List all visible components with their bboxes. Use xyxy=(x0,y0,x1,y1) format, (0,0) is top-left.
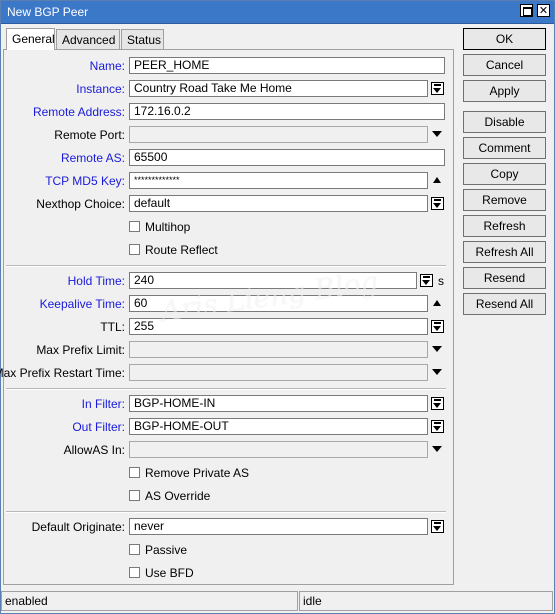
hold-time-dropdown-icon[interactable] xyxy=(420,274,433,287)
max-prefix-restart-time-input[interactable] xyxy=(129,364,428,381)
apply-button[interactable]: Apply xyxy=(463,80,546,102)
route-reflect-checkbox[interactable] xyxy=(129,244,140,255)
ttl-dropdown-icon[interactable] xyxy=(431,320,444,333)
resend-all-button[interactable]: Resend All xyxy=(463,293,546,315)
max-prefix-limit-arrow-down-icon[interactable] xyxy=(432,346,442,352)
nexthop-choice-label: Nexthop Choice: xyxy=(36,197,125,211)
as-override-label: AS Override xyxy=(145,489,211,503)
divider xyxy=(6,511,446,513)
allowas-in-arrow-down-icon[interactable] xyxy=(432,446,442,452)
nexthop-choice-dropdown-icon[interactable] xyxy=(431,197,444,210)
max-prefix-limit-label: Max Prefix Limit: xyxy=(36,343,125,357)
refresh-button[interactable]: Refresh xyxy=(463,215,546,237)
maximize-icon[interactable] xyxy=(520,4,533,17)
copy-button[interactable]: Copy xyxy=(463,163,546,185)
ok-button[interactable]: OK xyxy=(463,28,546,50)
remote-port-label: Remote Port: xyxy=(54,128,125,142)
allowas-in-label: AllowAS In: xyxy=(63,443,125,457)
resend-button[interactable]: Resend xyxy=(463,267,546,289)
name-input[interactable]: PEER_HOME xyxy=(129,57,445,74)
ttl-select[interactable]: 255 xyxy=(129,318,428,335)
max-prefix-restart-time-label: Max Prefix Restart Time: xyxy=(0,366,125,380)
as-override-checkbox[interactable] xyxy=(129,490,140,501)
remote-port-input[interactable] xyxy=(129,126,428,143)
disable-button[interactable]: Disable xyxy=(463,111,546,133)
instance-dropdown-icon[interactable] xyxy=(431,82,444,95)
default-originate-label: Default Originate: xyxy=(31,520,125,534)
tab-advanced[interactable]: Advanced xyxy=(56,29,120,49)
in-filter-label: In Filter: xyxy=(81,397,125,411)
hold-time-label: Hold Time: xyxy=(67,274,125,288)
hold-time-unit: s xyxy=(438,274,444,288)
use-bfd-checkbox[interactable] xyxy=(129,567,140,578)
keepalive-time-arrow-up-icon[interactable] xyxy=(433,300,441,306)
remove-button[interactable]: Remove xyxy=(463,189,546,211)
status-enabled: enabled xyxy=(1,591,298,611)
remove-private-as-label: Remove Private AS xyxy=(145,466,250,480)
remote-port-arrow-down-icon[interactable] xyxy=(432,131,442,137)
passive-checkbox[interactable] xyxy=(129,544,140,555)
title-bar[interactable]: New BGP Peer ✕ xyxy=(1,1,554,24)
use-bfd-label: Use BFD xyxy=(145,566,194,580)
instance-label: Instance: xyxy=(76,82,125,96)
nexthop-choice-select[interactable]: default xyxy=(129,195,428,212)
tcp-md5-key-input[interactable]: ************* xyxy=(129,172,428,189)
close-icon[interactable]: ✕ xyxy=(537,4,550,17)
tcp-md5-key-label: TCP MD5 Key: xyxy=(45,174,125,188)
hold-time-input[interactable]: 240 xyxy=(129,272,417,289)
out-filter-label: Out Filter: xyxy=(72,420,125,434)
remote-address-label: Remote Address: xyxy=(32,105,125,119)
divider xyxy=(6,265,446,267)
max-prefix-restart-time-arrow-down-icon[interactable] xyxy=(432,369,442,375)
out-filter-dropdown-icon[interactable] xyxy=(431,420,444,433)
max-prefix-limit-input[interactable] xyxy=(129,341,428,358)
route-reflect-label: Route Reflect xyxy=(145,243,218,257)
refresh-all-button[interactable]: Refresh All xyxy=(463,241,546,263)
allowas-in-input[interactable] xyxy=(129,441,428,458)
default-originate-dropdown-icon[interactable] xyxy=(431,520,444,533)
tab-status[interactable]: Status xyxy=(121,29,164,49)
in-filter-dropdown-icon[interactable] xyxy=(431,397,444,410)
out-filter-select[interactable]: BGP-HOME-OUT xyxy=(129,418,428,435)
cancel-button[interactable]: Cancel xyxy=(463,54,546,76)
keepalive-time-input[interactable]: 60 xyxy=(129,295,428,312)
tcp-md5-key-arrow-up-icon[interactable] xyxy=(433,177,441,183)
remove-private-as-checkbox[interactable] xyxy=(129,467,140,478)
keepalive-time-label: Keepalive Time: xyxy=(39,297,125,311)
remote-as-input[interactable]: 65500 xyxy=(129,149,445,166)
ttl-label: TTL: xyxy=(100,320,125,334)
divider xyxy=(6,388,446,390)
multihop-checkbox[interactable] xyxy=(129,221,140,232)
instance-select[interactable]: Country Road Take Me Home xyxy=(129,80,428,97)
window-title: New BGP Peer xyxy=(7,5,89,19)
name-label: Name: xyxy=(89,59,125,73)
remote-address-input[interactable]: 172.16.0.2 xyxy=(129,103,445,120)
comment-button[interactable]: Comment xyxy=(463,137,546,159)
tab-general[interactable]: General xyxy=(6,28,55,50)
status-state: idle xyxy=(299,591,553,611)
default-originate-select[interactable]: never xyxy=(129,518,428,535)
multihop-label: Multihop xyxy=(145,220,191,234)
passive-label: Passive xyxy=(145,543,188,557)
remote-as-label: Remote AS: xyxy=(60,151,125,165)
in-filter-select[interactable]: BGP-HOME-IN xyxy=(129,395,428,412)
